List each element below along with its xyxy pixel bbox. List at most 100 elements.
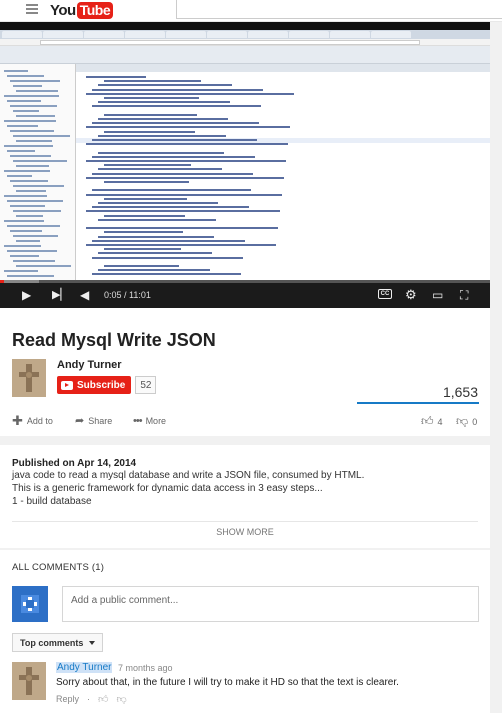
video-code-line <box>104 164 191 167</box>
comment-input[interactable]: Add a public comment... <box>62 586 479 622</box>
show-more-button[interactable]: SHOW MORE <box>0 527 490 537</box>
video-sidebar-line <box>4 145 53 147</box>
video-code-line <box>104 181 189 183</box>
video-sidebar-line <box>13 135 70 137</box>
fullscreen-icon[interactable]: ⛶ <box>460 289 468 301</box>
video-code-line <box>92 256 243 259</box>
video-code-line <box>92 139 257 141</box>
user-avatar <box>12 586 48 622</box>
video-code-line <box>92 273 241 276</box>
video-sidebar-line <box>16 215 43 217</box>
video-frame <box>0 30 490 280</box>
video-code-line <box>104 265 179 267</box>
video-code-line <box>92 155 255 158</box>
video-sidebar-line <box>7 125 38 127</box>
subscriber-count: 52 <box>135 376 157 394</box>
progress-bar[interactable] <box>0 280 490 283</box>
video-sidebar-line <box>16 140 52 142</box>
description-panel: Published on Apr 14, 2014 java code to r… <box>0 445 490 548</box>
channel-name[interactable]: Andy Turner <box>57 359 122 371</box>
video-sidebar-line <box>13 235 58 237</box>
video-sidebar-line <box>4 120 56 122</box>
comments-header: ALL COMMENTS (1) <box>12 562 105 573</box>
comment-time[interactable]: 7 months ago <box>118 663 173 673</box>
sentiment-bar <box>357 402 479 404</box>
buffer-bar <box>0 280 40 283</box>
video-code-line <box>98 202 218 204</box>
dislike-button[interactable]: 👎︎ 0 <box>456 414 477 429</box>
video-code-line <box>98 134 226 137</box>
captions-icon[interactable]: CC <box>378 289 392 299</box>
video-code-line <box>92 122 259 125</box>
video-sidebar-line <box>4 170 50 172</box>
share-icon: ➦ <box>75 415 85 427</box>
search-input[interactable] <box>176 0 502 19</box>
video-code-line <box>98 84 232 87</box>
video-ide-toolbar <box>0 46 490 64</box>
youtube-logo[interactable]: You Tube <box>50 1 114 19</box>
more-button[interactable]: ••• More <box>133 415 166 427</box>
sort-dropdown[interactable]: Top comments <box>12 633 104 652</box>
video-sidebar-line <box>13 85 42 87</box>
plus-icon: ✚ <box>12 413 23 428</box>
youtube-play-icon <box>61 380 73 390</box>
settings-icon[interactable]: ⚙ <box>405 288 417 301</box>
share-button[interactable]: ➦ Share <box>75 415 112 427</box>
video-code-line <box>92 206 249 209</box>
video-sidebar-line <box>13 260 55 262</box>
add-to-label: Add to <box>26 416 53 426</box>
video-code-line <box>104 97 199 99</box>
like-button[interactable]: 👍︎ 4 <box>421 414 443 429</box>
video-info: Read Mysql Write JSON Andy Turner Subscr… <box>0 308 490 436</box>
video-code-line <box>86 76 146 78</box>
subscribe-group: Subscribe 52 <box>57 376 157 394</box>
comment-dislike-icon[interactable]: 👎︎ <box>116 693 126 705</box>
video-sidebar-line <box>7 200 63 202</box>
comment-text: Sorry about that, in the future I will t… <box>56 677 399 688</box>
comment-like-icon[interactable]: 👍︎ <box>98 693 108 705</box>
theater-icon[interactable]: ▭ <box>432 289 443 301</box>
masthead: You Tube <box>0 0 502 22</box>
video-sidebar-line <box>10 80 60 82</box>
comment-author[interactable]: Andy Turner <box>56 662 113 673</box>
video-sidebar-line <box>4 95 59 97</box>
video-ide-sidebar <box>0 64 76 280</box>
video-sidebar-line <box>16 165 49 167</box>
channel-avatar[interactable] <box>12 359 46 397</box>
video-code-line <box>104 231 183 234</box>
dislike-count: 0 <box>472 416 478 427</box>
video-code-line <box>92 105 261 108</box>
video-code-line <box>104 130 195 133</box>
menu-icon[interactable] <box>26 4 38 14</box>
like-count: 4 <box>437 416 443 427</box>
more-label: More <box>145 416 167 426</box>
player-controls: ▶ ▶▏ ◀ 0:05 / 11:01 CC ⚙ ▭ ⛶ <box>0 280 490 308</box>
video-code-line <box>104 214 185 217</box>
video-code-line <box>86 244 276 246</box>
video-sidebar-line <box>7 175 32 177</box>
reply-button[interactable]: Reply <box>56 694 79 704</box>
video-code-line <box>92 239 245 242</box>
play-icon[interactable]: ▶ <box>22 289 31 301</box>
video-sidebar-line <box>4 195 47 197</box>
default-avatar-icon <box>21 595 39 613</box>
subscribe-button[interactable]: Subscribe <box>57 376 132 394</box>
description-line: This is a generic framework for dynamic … <box>12 483 323 494</box>
video-code-line <box>92 189 251 192</box>
next-icon[interactable]: ▶▏ <box>52 289 69 301</box>
publish-date: Published on Apr 14, 2014 <box>12 458 137 469</box>
video-sidebar-line <box>13 185 64 187</box>
video-sidebar-line <box>7 225 60 227</box>
video-code-line <box>98 218 216 221</box>
video-player[interactable]: ▶ ▶▏ ◀ 0:05 / 11:01 CC ⚙ ▭ ⛶ <box>0 22 490 308</box>
add-to-button[interactable]: ✚ Add to <box>12 413 53 428</box>
view-count: 1,653 <box>442 384 478 400</box>
volume-icon[interactable]: ◀ <box>80 289 89 301</box>
comment-author-avatar[interactable] <box>12 662 46 700</box>
video-title: Read Mysql Write JSON <box>12 330 216 350</box>
video-code-line <box>86 160 286 162</box>
logo-you-text: You <box>50 1 76 19</box>
video-code-line <box>92 88 263 91</box>
video-sidebar-line <box>10 230 42 232</box>
video-code-line <box>92 172 253 175</box>
